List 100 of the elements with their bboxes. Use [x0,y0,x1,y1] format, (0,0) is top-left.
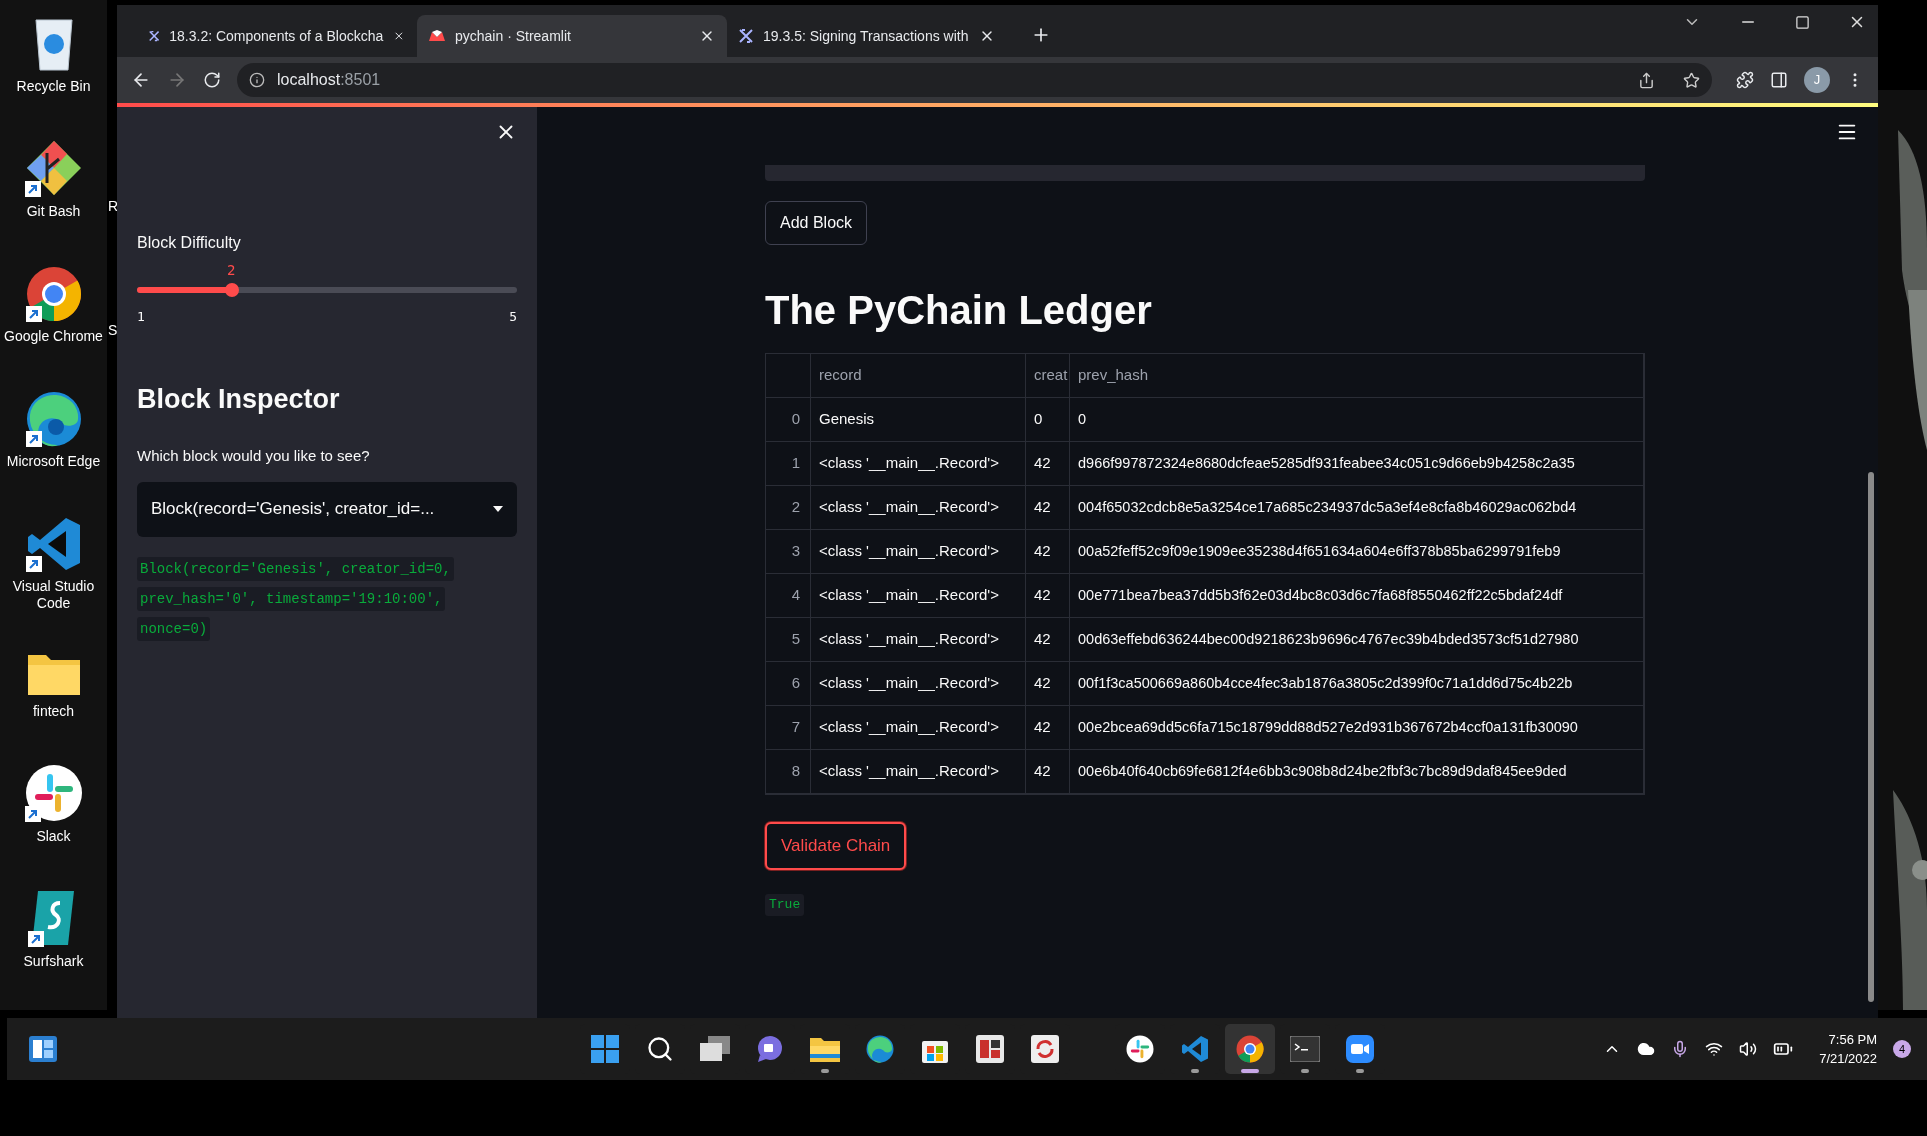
running-indicator [1355,1069,1364,1073]
table-cell: d966f997872324e8680dcfeae5285df931feabee34c051c9d66eb9b4258c2a35 [1070,442,1644,486]
table-cell: <class '__main__.Record'> [811,706,1026,750]
table-cell: 00e6b40f640cb69fe6812f4e6bb3c908b8d24be2fbf3c7bc89d9daf845ee9ded [1070,750,1644,794]
crown-icon [429,30,445,42]
column-header[interactable]: creat [1026,354,1070,398]
table-cell: 00f1f3ca500669a860b4cce4fec3ab1876a3805c2d399f0c71a1dd6d75c4b22b [1070,662,1644,706]
table-cell: Genesis [811,398,1026,442]
folder-icon [809,1036,840,1062]
running-indicator [1190,1069,1199,1073]
widgets-icon[interactable] [29,1036,57,1062]
running-indicator [1300,1069,1309,1073]
desktop-icon-label[interactable]: Git Bash [3,203,104,220]
overlapping-windows-icon [699,1036,730,1062]
row-index-cell: 2 [766,486,811,530]
chrome-icon [1235,1035,1264,1063]
table-cell: <class '__main__.Record'> [811,662,1026,706]
sidebar-heading: Block Inspector [137,382,341,416]
table-cell: 42 [1026,574,1070,618]
clock-date[interactable]: 7/21/2022 [1819,1049,1877,1069]
slider-thumb[interactable] [225,283,239,297]
slack-icon [1125,1035,1154,1063]
row-index-cell: 4 [766,574,811,618]
slider-label: Block Difficulty [137,233,242,253]
table-cell: 42 [1026,530,1070,574]
url-text: localhost:8501 [277,70,381,90]
table-cell: <class '__main__.Record'> [811,574,1026,618]
running-indicator [1240,1069,1259,1073]
add-block-button[interactable]: Add Block [765,201,868,245]
tools-icon [739,29,753,43]
video-camera-icon [1345,1035,1374,1063]
app-icon [975,1035,1004,1063]
row-index-cell: 3 [766,530,811,574]
table-cell: 00e2bcea69dd5c6fa715c18799dd88d527e2d931b367672b4ccf0a131fb30090 [1070,706,1644,750]
table-cell: <class '__main__.Record'> [811,750,1026,794]
reload-icon[interactable] [203,71,221,89]
wifi-icon[interactable] [1705,1040,1724,1058]
table-cell: <class '__main__.Record'> [811,618,1026,662]
table-cell: 0 [1026,398,1070,442]
block-select[interactable]: Block(record='Genesis', creator_id=... [137,481,517,537]
maximize-icon[interactable] [1795,14,1810,30]
share-icon[interactable] [1638,71,1655,89]
cloud-icon[interactable] [1637,1040,1656,1058]
column-header[interactable]: record [811,354,1026,398]
browser-tab[interactable]: 18.3.2: Components of a Blockcha [137,15,417,57]
sync-icon [1030,1035,1059,1063]
table-cell: <class '__main__.Record'> [811,486,1026,530]
slider-value: 2 [227,261,236,280]
page-title: The PyChain Ledger [765,287,1153,333]
row-index-cell: 1 [766,442,811,486]
windows-logo-icon [590,1035,619,1063]
table-cell: 42 [1026,662,1070,706]
select-label: Which block would you like to see? [137,446,371,466]
search-icon [645,1035,674,1063]
dropdown-caret-icon [493,506,503,512]
table-cell: 0 [1070,398,1644,442]
clock-time[interactable]: 7:56 PM [1828,1029,1877,1049]
bookmark-star-icon[interactable] [1683,71,1700,89]
notification-badge[interactable]: 4 [1893,1040,1911,1058]
column-header[interactable]: prev_hash [1070,354,1644,398]
address-bar[interactable]: localhost:8501 [237,63,1712,97]
desktop-icon-label[interactable]: Visual Studio Code [3,578,104,612]
info-icon [249,72,265,88]
table-cell: 00d63effebd636244bec00d9218623b9696c4767ec39b4bded3573cf51d27980 [1070,618,1644,662]
row-index-cell: 0 [766,398,811,442]
desktop-icon-label[interactable]: Slack [3,828,104,845]
row-index-cell: 6 [766,662,811,706]
desktop-icon-label[interactable]: S [108,320,118,341]
table-cell: 00e771bea7bea37dd5b3f62e03d4bc8c03d6c7fa68f8550462ff22c5bdaf24df [1070,574,1644,618]
side-panel-icon[interactable] [1770,71,1788,89]
taskbar-app[interactable] [1224,1024,1275,1074]
running-indicator [820,1069,829,1073]
validate-chain-button[interactable]: Validate Chain [765,822,907,870]
table-cell: 42 [1026,706,1070,750]
table-cell: 00a52feff52c9f09e1909ee35238d4f651634a604e6ff378b85ba6299791feb9 [1070,530,1644,574]
table-cell: 004f65032cdcb8e5a3254ce17a685c234937dc5a3ef4e8cfa8b46029ac062bd4 [1070,486,1644,530]
extensions-icon[interactable] [1736,71,1754,89]
desktop-icon-label[interactable]: Microsoft Edge [3,453,104,470]
tools-icon [149,29,160,43]
table-cell: 42 [1026,442,1070,486]
desktop-icon-label[interactable]: Recycle Bin [3,78,104,95]
slider-track[interactable] [137,287,517,293]
desktop-icon-label[interactable]: Google Chrome [3,328,104,345]
table-cell: 42 [1026,750,1070,794]
tab-title: pychain · Streamlit [455,26,572,46]
slider-min-label: 1 [137,308,145,326]
desktop-icon-label[interactable]: Surfshark [3,953,104,970]
desktop-icon-label[interactable]: R [108,196,119,217]
row-index-cell: 5 [766,618,811,662]
volume-icon[interactable] [1739,1040,1758,1058]
table-cell: 42 [1026,618,1070,662]
tab-title: 18.3.2: Components of a Blockcha [169,26,384,46]
table-cell: 42 [1026,486,1070,530]
tab-title: 19.3.5: Signing Transactions with [763,26,969,46]
table-cell: <class '__main__.Record'> [811,530,1026,574]
browser-tab[interactable]: 19.3.5: Signing Transactions with [727,15,1007,57]
chat-bubble-icon [755,1035,784,1063]
browser-tab[interactable]: pychain · Streamlit [417,15,727,57]
desktop-icon-label[interactable]: fintech [3,703,104,720]
row-index-cell: 7 [766,706,811,750]
